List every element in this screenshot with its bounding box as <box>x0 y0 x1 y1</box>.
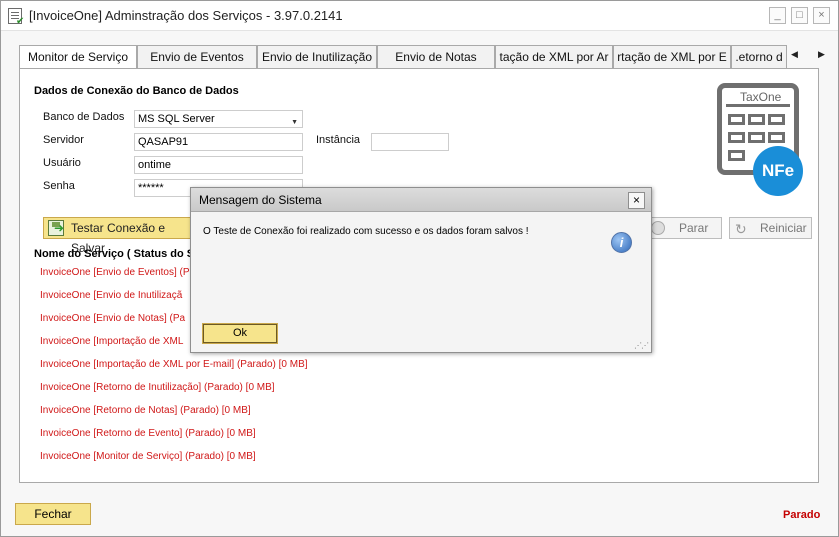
db-select[interactable]: MS SQL Server ▼ <box>134 110 303 128</box>
dialog-close-button[interactable]: × <box>628 192 645 209</box>
service-item[interactable]: InvoiceOne [Retorno de Notas] (Parado) [… <box>40 405 251 416</box>
service-item[interactable]: InvoiceOne [Importação de XML <box>40 336 183 347</box>
title-bar: ✔ [InvoiceOne] Adminstração dos Serviços… <box>1 1 838 31</box>
service-item[interactable]: InvoiceOne [Retorno de Evento] (Parado) … <box>40 428 256 439</box>
service-item[interactable]: InvoiceOne [Envio de Inutilizaçã <box>40 290 182 301</box>
tab-strip: Monitor de Serviço Envio de Eventos Envi… <box>19 45 809 70</box>
tab-envio-notas[interactable]: Envio de Notas <box>377 45 495 69</box>
save-disk-icon: ➜ <box>48 220 64 236</box>
ok-button[interactable]: Ok <box>202 323 278 344</box>
taxone-brand: TaxOne <box>740 90 782 104</box>
tab-scroll-left-icon[interactable]: ◀ <box>791 49 798 60</box>
tab-scroll-right-icon[interactable]: ▶ <box>818 49 825 60</box>
db-label: Banco de Dados <box>43 111 125 123</box>
status-text: Parado <box>783 509 821 521</box>
close-button[interactable]: Fechar <box>15 503 91 525</box>
tab-importacao-xml-arquivo[interactable]: tação de XML por Ar <box>495 45 613 69</box>
service-item[interactable]: InvoiceOne [Monitor de Serviço] (Parado)… <box>40 451 256 462</box>
dialog-title: Mensagem do Sistema <box>199 193 322 207</box>
stop-icon <box>651 221 665 235</box>
service-item[interactable]: InvoiceOne [Importação de XML por E-mail… <box>40 359 308 370</box>
nfe-badge: NFe <box>753 146 803 196</box>
dialog-message: O Teste de Conexão foi realizado com suc… <box>203 226 529 237</box>
db-select-value: MS SQL Server <box>138 113 215 125</box>
user-label: Usuário <box>43 157 81 169</box>
service-item[interactable]: InvoiceOne [Envio de Notas] (Pa <box>40 313 185 324</box>
system-message-dialog: Mensagem do Sistema × O Teste de Conexão… <box>190 187 652 353</box>
tab-retorno[interactable]: .etorno d <box>731 45 787 69</box>
stop-button[interactable]: Parar <box>642 217 722 239</box>
restart-icon: ↻ <box>735 221 747 237</box>
server-input[interactable]: QASAP91 <box>134 133 303 151</box>
restart-label: Reiniciar <box>760 221 807 235</box>
chevron-down-icon: ▼ <box>291 119 298 126</box>
close-window-button[interactable]: × <box>813 7 830 24</box>
minimize-button[interactable]: _ <box>769 7 786 24</box>
connection-section-title: Dados de Conexão do Banco de Dados <box>34 85 239 97</box>
tab-monitor-servico[interactable]: Monitor de Serviço <box>19 45 137 70</box>
tab-envio-eventos[interactable]: Envio de Eventos <box>137 45 257 69</box>
resize-grip-icon[interactable]: ⋰⋰ <box>634 341 649 350</box>
instance-label: Instância <box>316 134 361 146</box>
tab-envio-inutilizacao[interactable]: Envio de Inutilização <box>257 45 377 69</box>
user-input[interactable]: ontime <box>134 156 303 174</box>
server-label: Servidor <box>43 134 84 146</box>
app-icon: ✔ <box>8 8 24 27</box>
stop-label: Parar <box>679 221 709 235</box>
restart-button[interactable]: ↻ Reiniciar <box>729 217 812 239</box>
tab-importacao-xml-email[interactable]: rtação de XML por E <box>613 45 731 69</box>
maximize-button[interactable]: □ <box>791 7 808 24</box>
test-save-button[interactable]: ➜ Testar Conexão e Salvar <box>43 217 203 255</box>
services-header: Nome do Serviço ( Status do S <box>34 248 195 260</box>
info-icon: i <box>611 232 632 253</box>
instance-input[interactable] <box>371 133 449 151</box>
service-item[interactable]: InvoiceOne [Envio de Eventos] (P <box>40 267 190 278</box>
window-title: [InvoiceOne] Adminstração dos Serviços -… <box>29 8 343 23</box>
dialog-title-bar: Mensagem do Sistema × <box>191 188 651 212</box>
password-label: Senha <box>43 180 75 192</box>
service-item[interactable]: InvoiceOne [Retorno de Inutilização] (Pa… <box>40 382 275 393</box>
main-window: ✔ [InvoiceOne] Adminstração dos Serviços… <box>0 0 839 537</box>
